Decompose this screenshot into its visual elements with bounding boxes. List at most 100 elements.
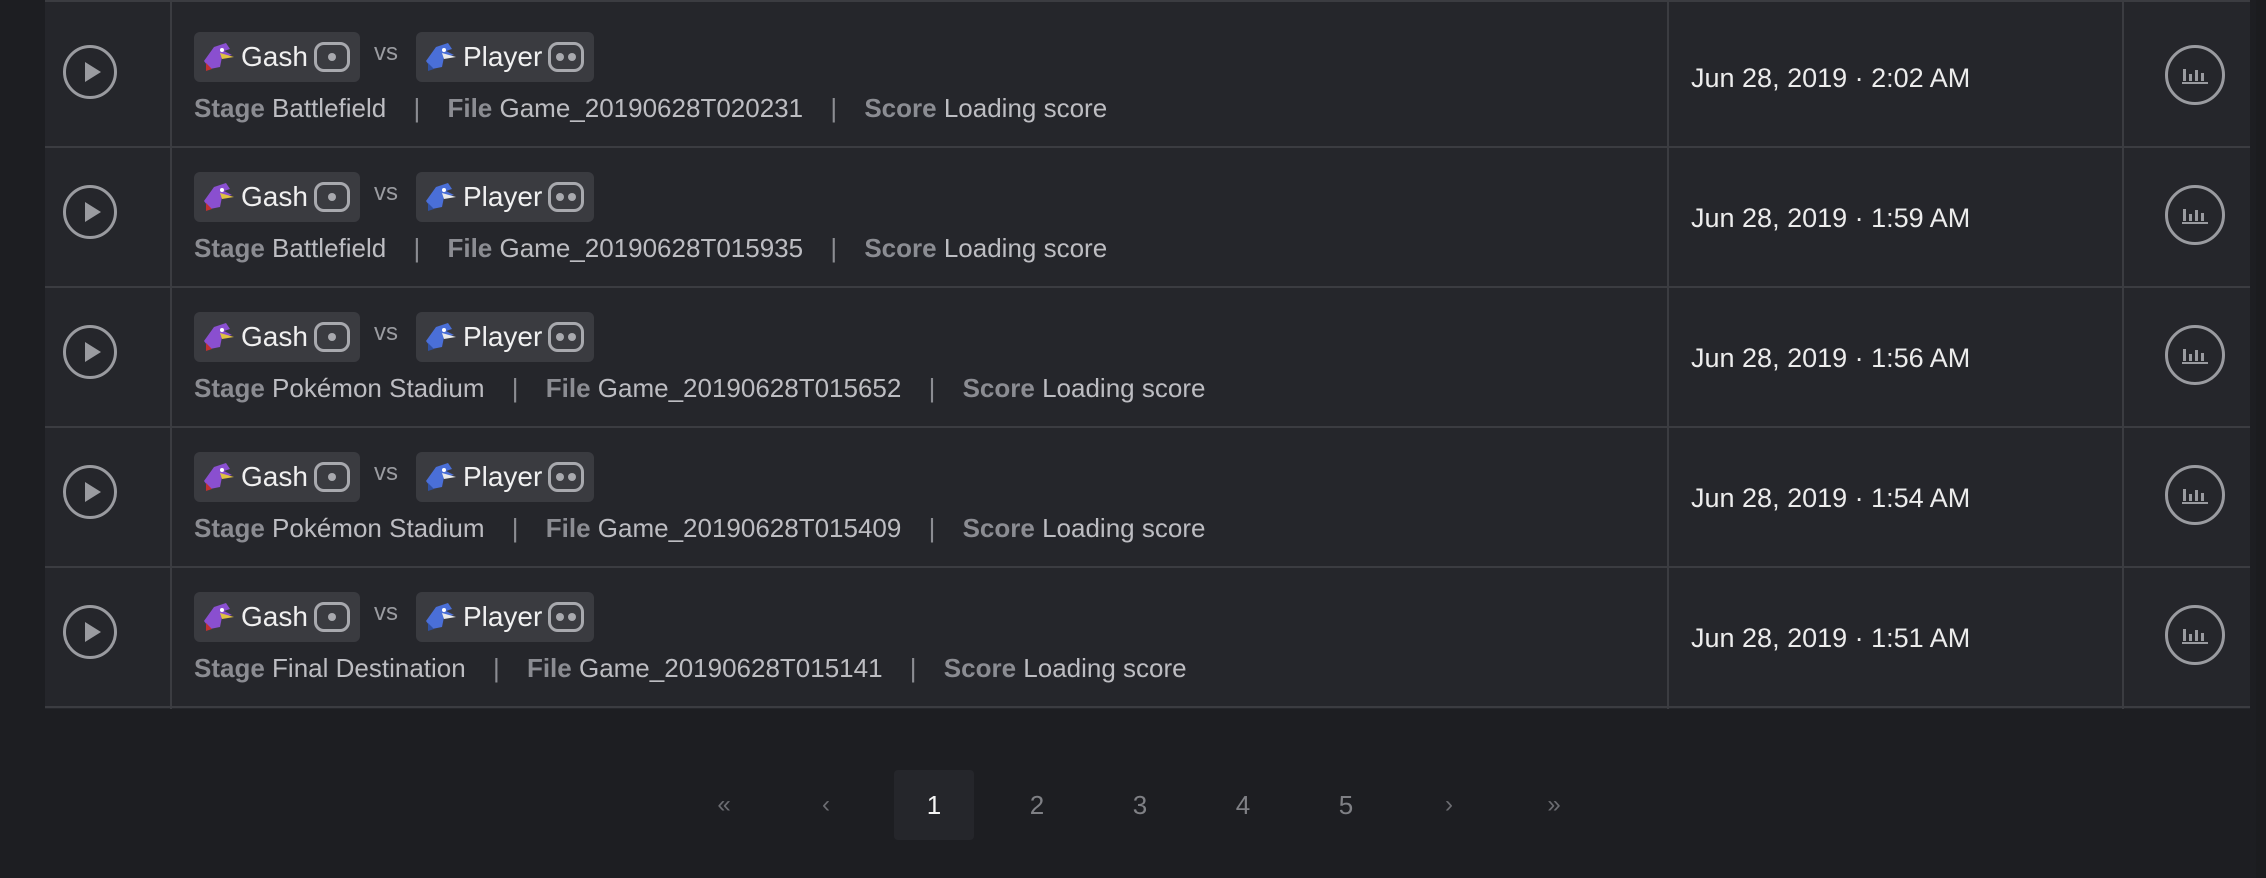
view-stats-button[interactable] [2165,325,2225,385]
page-button-4[interactable]: 4 [1203,770,1283,840]
play-icon [84,622,101,642]
vs-label: vs [373,179,398,206]
divider: | [830,233,838,263]
play-icon [84,202,101,222]
bar-chart-icon [2182,69,2208,84]
players: Gash vs Player [194,172,595,222]
play-replay-button[interactable] [63,605,117,659]
first-page-button[interactable]: « [684,770,764,840]
page-button-3[interactable]: 3 [1100,770,1180,840]
stage-value: Pokémon Stadium [272,373,485,403]
divider: | [830,93,838,123]
last-page-button[interactable]: » [1514,770,1594,840]
divider: | [492,653,500,683]
divider: | [511,513,519,543]
player-name: Player [462,181,543,212]
score-value: Loading score [1023,653,1187,683]
play-replay-button[interactable] [63,185,117,239]
file-value: Game_20190628T015652 [597,373,902,403]
score-label: Score [864,93,937,123]
port-dot-icon [313,182,350,212]
players: Gash vs Player [194,452,595,502]
divider: | [413,233,421,263]
player-name: Player [462,601,543,632]
file-label: File [545,373,591,403]
view-stats-button[interactable] [2165,45,2225,105]
file-value: Game_20190628T015141 [578,653,883,683]
prev-page-button[interactable]: ‹ [786,770,866,840]
game-date: Jun 28, 2019 · 1:56 AM [1691,343,1971,373]
page-button-5[interactable]: 5 [1306,770,1386,840]
pagination: « ‹ 1 2 3 4 5 › » [0,770,2256,840]
port-dot-icon [313,42,350,72]
stage-value: Final Destination [272,653,466,683]
player-name: Player [462,321,543,352]
game-meta: Stage Pokémon Stadium | File Game_201906… [194,373,1205,404]
play-icon [84,342,101,362]
play-replay-button[interactable] [63,45,117,99]
stage-label: Stage [194,233,265,263]
player-name: Gash [241,461,308,492]
falco-icon [200,319,236,355]
player-tag: Gash [194,32,360,82]
port-two-dots-icon [548,322,585,352]
stage-label: Stage [194,513,265,543]
port-two-dots-icon [548,42,585,72]
score-value: Loading score [1042,513,1206,543]
view-stats-button[interactable] [2165,465,2225,525]
replay-table: Gash vs Player Stage Battlefield | File … [45,0,2250,709]
game-date: Jun 28, 2019 · 1:59 AM [1691,203,1971,233]
vs-label: vs [373,459,398,486]
falco-icon [200,459,236,495]
score-value: Loading score [1042,373,1206,403]
bar-chart-icon [2182,349,2208,364]
port-dot-icon [313,602,350,632]
game-date: Jun 28, 2019 · 2:02 AM [1691,63,1971,93]
score-value: Loading score [943,233,1108,263]
page-button-2[interactable]: 2 [997,770,1077,840]
stage-value: Battlefield [272,93,387,123]
player-name: Player [462,461,543,492]
divider: | [909,653,917,683]
player-tag: Player [415,172,595,222]
game-date: Jun 28, 2019 · 1:54 AM [1691,483,1971,513]
game-date: Jun 28, 2019 · 1:51 AM [1691,623,1971,653]
player-tag: Gash [194,592,360,642]
stage-value: Battlefield [272,233,387,263]
file-label: File [447,93,493,123]
falco-icon [200,599,236,635]
stage-label: Stage [194,93,265,123]
file-value: Game_20190628T015409 [597,513,902,543]
score-label: Score [864,233,937,263]
stage-value: Pokémon Stadium [272,513,485,543]
game-meta: Stage Battlefield | File Game_20190628T0… [194,233,1107,264]
bar-chart-icon [2182,209,2208,224]
port-two-dots-icon [548,462,585,492]
players: Gash vs Player [194,32,595,82]
stage-label: Stage [194,653,265,683]
play-replay-button[interactable] [63,465,117,519]
play-icon [84,62,101,82]
replay-browser-panel: Gash vs Player Stage Battlefield | File … [0,0,2256,878]
view-stats-button[interactable] [2165,185,2225,245]
replay-row: Gash vs Player Stage Final Destination |… [45,567,2250,708]
file-label: File [447,233,493,263]
play-icon [84,482,101,502]
port-two-dots-icon [548,182,585,212]
page-button-1[interactable]: 1 [894,770,974,840]
replay-row: Gash vs Player Stage Battlefield | File … [45,7,2250,148]
players: Gash vs Player [194,312,595,362]
player-tag: Gash [194,312,360,362]
stage-label: Stage [194,373,265,403]
game-meta: Stage Battlefield | File Game_20190628T0… [194,93,1107,124]
falco-icon [200,179,236,215]
next-page-button[interactable]: › [1409,770,1489,840]
player-name: Player [462,41,543,72]
player-name: Gash [241,321,308,352]
player-tag: Player [415,32,595,82]
view-stats-button[interactable] [2165,605,2225,665]
replay-row: Gash vs Player Stage Pokémon Stadium | F… [45,427,2250,568]
falco-blue-icon [422,179,458,215]
game-meta: Stage Final Destination | File Game_2019… [194,653,1187,684]
play-replay-button[interactable] [63,325,117,379]
